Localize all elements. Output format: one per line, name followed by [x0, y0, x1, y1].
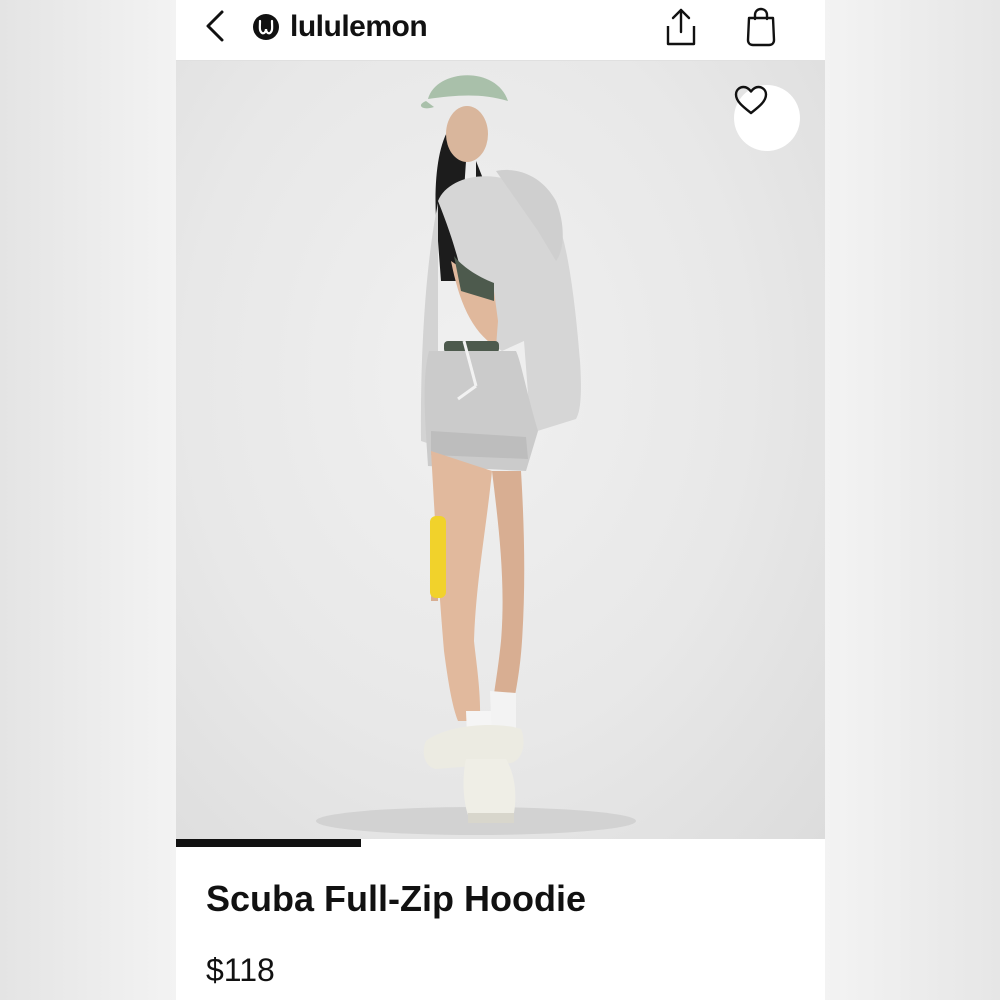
product-image[interactable] [176, 61, 825, 847]
backdrop-right [825, 0, 1000, 1000]
shopping-bag-icon [746, 7, 776, 47]
lululemon-logo-icon [253, 14, 279, 40]
heart-icon [734, 85, 768, 115]
gallery-progress-indicator [176, 839, 361, 847]
brand-home-link[interactable]: lululemon [252, 10, 428, 44]
backdrop-left [0, 0, 176, 1000]
model-illustration [316, 75, 636, 835]
favorite-button[interactable] [734, 85, 800, 151]
back-chevron-icon [206, 10, 224, 42]
shopping-bag-button[interactable] [742, 6, 780, 48]
product-title: Scuba Full-Zip Hoodie [206, 878, 586, 919]
product-price: $118 [206, 952, 275, 988]
share-button[interactable] [662, 6, 700, 48]
gallery-progress-track [176, 839, 825, 847]
top-bar: lululemon [176, 0, 825, 61]
back-button[interactable] [200, 8, 236, 44]
brand-name: lululemon [290, 10, 428, 43]
product-page: lululemon Scuba Full-Zip Hoodie $118 [176, 0, 825, 1000]
share-icon [666, 8, 696, 46]
